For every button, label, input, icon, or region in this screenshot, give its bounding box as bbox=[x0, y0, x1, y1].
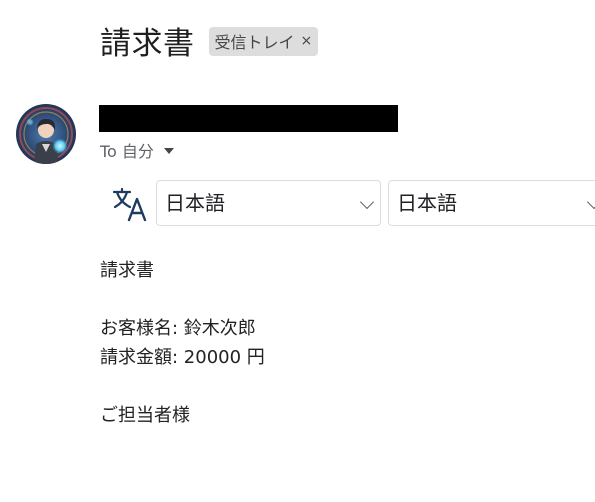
recipient-row: To 自分 bbox=[100, 138, 174, 162]
translate-icon bbox=[112, 186, 148, 222]
email-subject: 請求書 bbox=[100, 26, 195, 62]
label-chip-text: 受信トレイ bbox=[214, 33, 295, 52]
body-line-title: 請求書 bbox=[100, 260, 154, 281]
source-language-select[interactable]: 日本語 bbox=[156, 180, 381, 226]
body-blank-line bbox=[100, 372, 265, 401]
sender-avatar[interactable] bbox=[16, 104, 76, 164]
remove-label-icon[interactable]: × bbox=[301, 33, 313, 49]
subject-row: 請求書 受信トレイ × bbox=[100, 18, 319, 63]
target-language-value: 日本語 bbox=[397, 191, 457, 215]
inbox-label-chip[interactable]: 受信トレイ × bbox=[208, 27, 319, 56]
body-blank-line bbox=[100, 285, 265, 314]
email-body: 請求書 お客様名: 鈴木次郎 請求金額: 20000 円 ご担当者様 bbox=[100, 256, 265, 430]
source-language-value: 日本語 bbox=[165, 191, 225, 215]
sender-name-redacted bbox=[99, 105, 398, 132]
recipient-details-dropdown-icon[interactable] bbox=[163, 148, 174, 154]
recipient-text: To 自分 bbox=[100, 142, 154, 161]
body-line-customer: お客様名: 鈴木次郎 bbox=[100, 318, 256, 339]
chevron-down-icon bbox=[359, 194, 375, 210]
body-line-greeting: ご担当者様 bbox=[100, 405, 190, 426]
target-language-select[interactable]: 日本語 bbox=[388, 180, 595, 226]
chevron-down-icon bbox=[586, 194, 595, 210]
body-line-amount: 請求金額: 20000 円 bbox=[100, 347, 265, 368]
avatar-image bbox=[16, 104, 76, 164]
